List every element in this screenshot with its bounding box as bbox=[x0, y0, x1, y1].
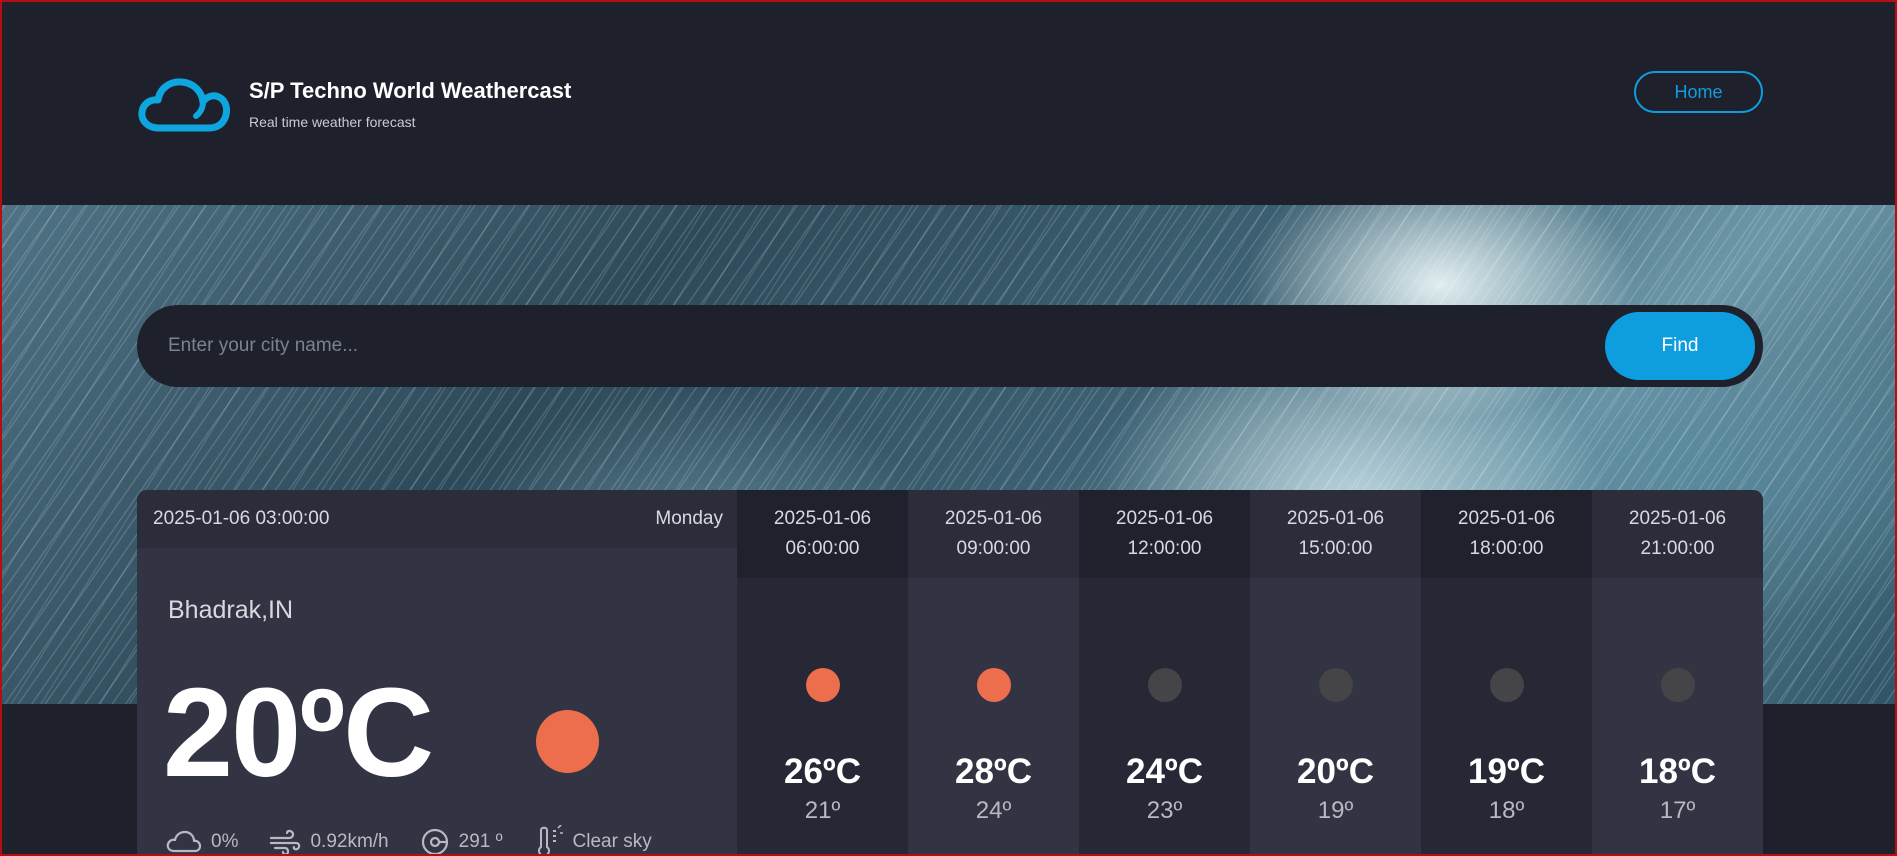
weather-stats: 0% 0.92km/h 291 º Clear sky bbox=[166, 825, 683, 856]
hourly-min-temp: 17º bbox=[1659, 797, 1696, 824]
hourly-max-temp: 26ºC bbox=[784, 752, 861, 791]
site-header: S/P Techno World Weathercast Real time w… bbox=[0, 0, 1897, 205]
cloud-icon bbox=[166, 830, 202, 853]
hourly-header: 2025-01-06 18:00:00 bbox=[1421, 490, 1592, 578]
hourly-header: 2025-01-06 15:00:00 bbox=[1250, 490, 1421, 578]
hourly-date: 2025-01-06 bbox=[1628, 508, 1727, 529]
hourly-header: 2025-01-06 09:00:00 bbox=[908, 490, 1079, 578]
hourly-max-temp: 20ºC bbox=[1297, 752, 1374, 791]
hourly-forecast-column: 2025-01-06 09:00:00 28ºC 24º bbox=[908, 490, 1079, 856]
hourly-date: 2025-01-06 bbox=[773, 508, 872, 529]
city-search-input[interactable] bbox=[137, 305, 1587, 387]
hourly-forecast-column: 2025-01-06 21:00:00 18ºC 17º bbox=[1592, 490, 1763, 856]
cloudiness-stat: 0% bbox=[166, 830, 238, 854]
moon-icon bbox=[1319, 668, 1353, 702]
wind-stat: 0.92km/h bbox=[269, 828, 389, 856]
hourly-time: 21:00:00 bbox=[1640, 538, 1715, 559]
hourly-max-temp: 28ºC bbox=[955, 752, 1032, 791]
weather-description: Clear sky bbox=[572, 831, 652, 852]
forecast-panel: 2025-01-06 03:00:00 Monday Bhadrak,IN 20… bbox=[137, 490, 1763, 856]
compass-icon bbox=[421, 828, 448, 856]
moon-icon bbox=[1661, 668, 1695, 702]
hourly-forecast-column: 2025-01-06 15:00:00 20ºC 19º bbox=[1250, 490, 1421, 856]
hourly-time: 18:00:00 bbox=[1469, 538, 1544, 559]
cloudiness-value: 0% bbox=[211, 831, 239, 852]
current-weather-header: 2025-01-06 03:00:00 Monday bbox=[137, 490, 737, 548]
hourly-time: 15:00:00 bbox=[1298, 538, 1373, 559]
sun-icon bbox=[977, 668, 1011, 702]
hourly-min-temp: 23º bbox=[1146, 797, 1183, 824]
hourly-date: 2025-01-06 bbox=[1115, 508, 1214, 529]
hourly-max-temp: 24ºC bbox=[1126, 752, 1203, 791]
hourly-date: 2025-01-06 bbox=[1457, 508, 1556, 529]
home-button[interactable]: Home bbox=[1634, 71, 1763, 113]
find-button[interactable]: Find bbox=[1605, 312, 1755, 380]
current-day: Monday bbox=[655, 508, 723, 529]
hourly-forecast-column: 2025-01-06 12:00:00 24ºC 23º bbox=[1079, 490, 1250, 856]
current-temperature: 20ºC bbox=[163, 662, 434, 803]
hourly-min-temp: 19º bbox=[1317, 797, 1354, 824]
moon-icon bbox=[1148, 668, 1182, 702]
description-stat: Clear sky bbox=[534, 825, 652, 856]
site-title: S/P Techno World Weathercast bbox=[249, 78, 572, 103]
wind-icon bbox=[270, 829, 301, 856]
search-bar: Find bbox=[137, 305, 1763, 387]
current-weather-card: 2025-01-06 03:00:00 Monday Bhadrak,IN 20… bbox=[137, 490, 737, 856]
hourly-max-temp: 19ºC bbox=[1468, 752, 1545, 791]
moon-icon bbox=[1490, 668, 1524, 702]
wind-direction-value: 291 º bbox=[458, 831, 503, 852]
hourly-forecast-column: 2025-01-06 06:00:00 26ºC 21º bbox=[737, 490, 908, 856]
hourly-forecast-column: 2025-01-06 18:00:00 19ºC 18º bbox=[1421, 490, 1592, 856]
sun-icon bbox=[536, 710, 599, 773]
hourly-header: 2025-01-06 21:00:00 bbox=[1592, 490, 1763, 578]
hourly-max-temp: 18ºC bbox=[1639, 752, 1716, 791]
city-name: Bhadrak,IN bbox=[168, 596, 294, 624]
hourly-header: 2025-01-06 12:00:00 bbox=[1079, 490, 1250, 578]
thermometer-icon bbox=[537, 825, 563, 856]
site-subtitle: Real time weather forecast bbox=[249, 114, 416, 130]
current-datetime: 2025-01-06 03:00:00 bbox=[153, 508, 330, 529]
hourly-min-temp: 24º bbox=[975, 797, 1012, 824]
cloud-icon[interactable] bbox=[137, 78, 230, 134]
hourly-time: 12:00:00 bbox=[1127, 538, 1202, 559]
wind-speed-value: 0.92km/h bbox=[310, 831, 389, 852]
hourly-min-temp: 21º bbox=[804, 797, 841, 824]
hourly-header: 2025-01-06 06:00:00 bbox=[737, 490, 908, 578]
sun-icon bbox=[806, 668, 840, 702]
hourly-date: 2025-01-06 bbox=[1286, 508, 1385, 529]
hourly-time: 09:00:00 bbox=[956, 538, 1031, 559]
hourly-min-temp: 18º bbox=[1488, 797, 1525, 824]
hourly-time: 06:00:00 bbox=[785, 538, 860, 559]
hourly-date: 2025-01-06 bbox=[944, 508, 1043, 529]
wind-direction-stat: 291 º bbox=[420, 827, 503, 856]
